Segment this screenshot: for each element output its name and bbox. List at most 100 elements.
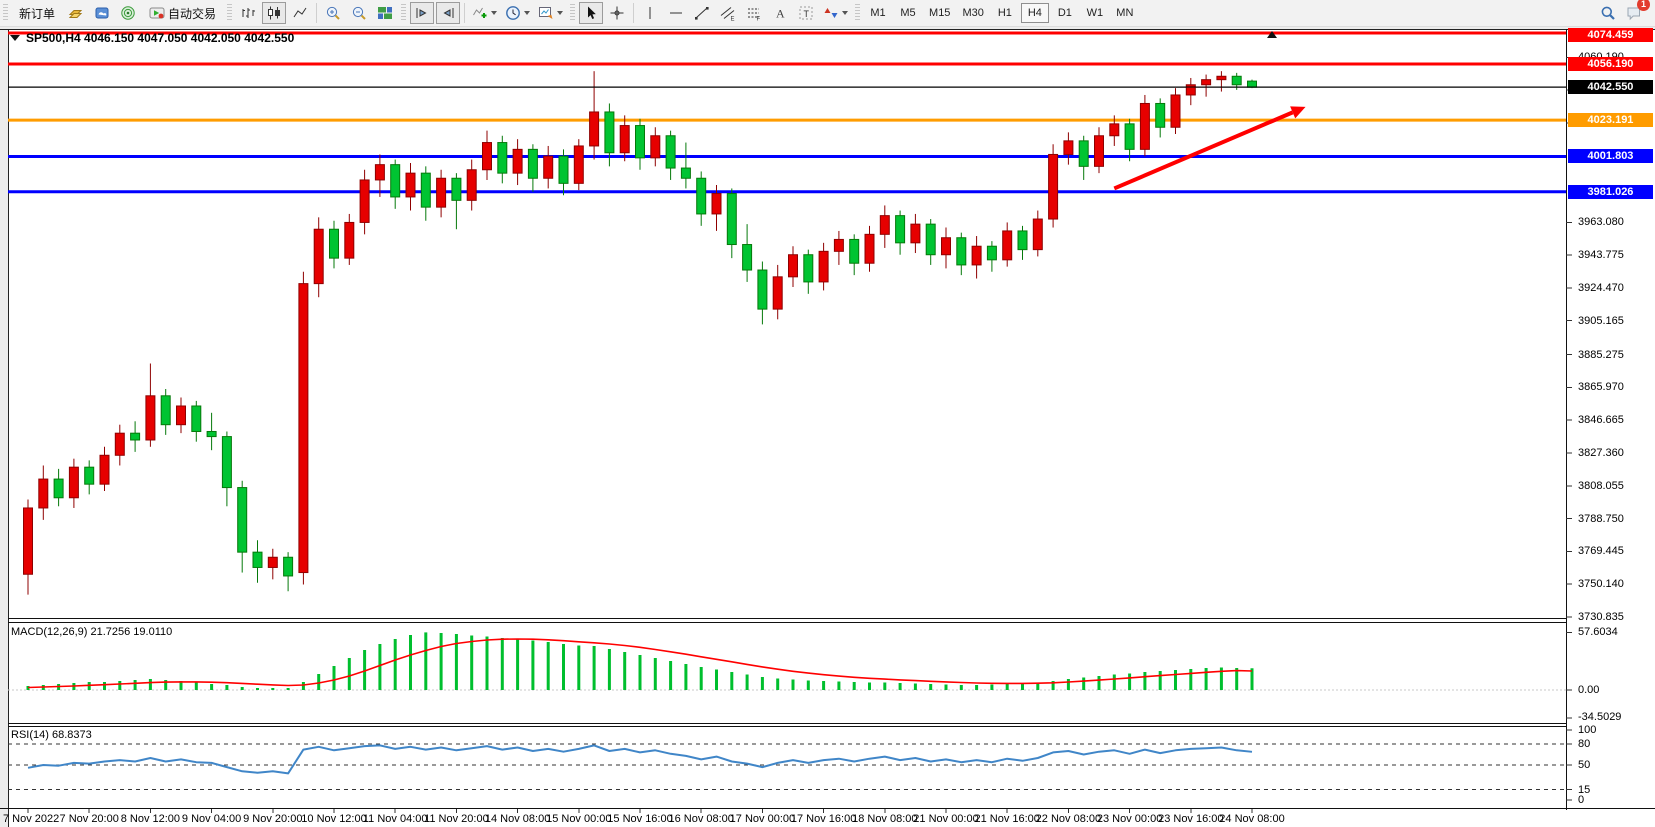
candle [896,216,905,243]
candle [850,239,859,263]
candle [1110,124,1119,136]
candle [712,194,721,214]
macd-histogram-bar [853,682,856,690]
time-axis-label: 11 Nov 20:00 [424,813,489,825]
price-axis-label: 3905.165 [1578,315,1624,327]
candle [1186,85,1195,95]
macd-histogram-bar [639,655,642,690]
price-level-badge: 4042.550 [1568,80,1653,94]
candle [100,455,109,484]
macd-histogram-bar [700,667,703,690]
macd-histogram-bar [761,677,764,690]
time-axis-label: 9 Nov 04:00 [182,813,241,825]
macd-histogram-bar [654,658,657,690]
candle [528,149,537,178]
macd-histogram-bar [1113,675,1116,691]
candle [1064,141,1073,155]
time-axis-label: 15 Nov 00:00 [546,813,611,825]
time-axis-label: 14 Nov 08:00 [485,813,550,825]
macd-histogram-bar [241,687,244,690]
rsi-axis-label: 100 [1578,724,1596,736]
candle [299,284,308,573]
macd-histogram-bar [547,642,550,690]
time-axis-label: 11 Nov 04:00 [363,813,428,825]
macd-histogram-bar [333,666,336,690]
candle [115,433,124,455]
macd-histogram-bar [424,632,427,690]
candle [681,168,690,178]
macd-histogram-bar [1159,671,1162,690]
price-axis-label: 3808.055 [1578,480,1624,492]
price-axis-label: 3924.470 [1578,282,1624,294]
macd-histogram-bar [409,635,412,690]
price-axis-label: 3788.750 [1578,513,1624,525]
macd-histogram-bar [195,682,198,690]
price-axis-label: 3846.665 [1578,414,1624,426]
candle [24,508,33,574]
candle [268,557,277,567]
time-axis-label: 23 Nov 00:00 [1097,813,1162,825]
candle [85,467,94,484]
candle [605,112,614,153]
candle [620,126,629,153]
candle [697,178,706,214]
macd-histogram-bar [516,639,519,690]
candle [69,467,78,498]
candle [865,234,874,263]
candle [284,557,293,576]
candle [314,229,323,283]
candle [911,224,920,243]
candle [987,246,996,260]
candle [467,170,476,201]
chart-title-text: SP500,H4 4046.150 4047.050 4042.050 4042… [26,31,294,45]
macd-histogram-bar [929,684,932,690]
macd-histogram-bar [577,646,580,691]
macd-histogram-bar [990,685,993,691]
time-axis-label: 17 Nov 00:00 [730,813,795,825]
candle [1018,231,1027,250]
macd-histogram-bar [1205,668,1208,690]
macd-histogram-bar [715,670,718,691]
mt4-window: 新订单 自动交易 [0,0,1655,827]
macd-histogram-bar [975,685,978,690]
candle [942,238,951,255]
macd-histogram-bar [1143,672,1146,690]
price-level-badge: 4074.459 [1568,28,1653,42]
price-axis-label: 3730.835 [1578,611,1624,623]
price-axis-label: 3963.080 [1578,216,1624,228]
candle [1049,154,1058,219]
candle [360,180,369,222]
macd-histogram-bar [210,684,213,690]
candle [804,255,813,282]
price-axis-label: 3885.275 [1578,349,1624,361]
macd-histogram-bar [225,685,228,690]
one-click-trading-toggle-icon[interactable] [10,35,20,41]
macd-histogram-bar [271,688,274,690]
time-axis-label: 7 Nov 2022 [3,813,59,825]
price-axis-label: 3750.140 [1578,578,1624,590]
macd-histogram-bar [807,681,810,691]
time-axis-label: 7 Nov 20:00 [60,813,119,825]
macd-histogram-bar [746,675,749,691]
time-axis-label: 16 Nov 08:00 [668,813,733,825]
time-axis-label: 23 Nov 16:00 [1158,813,1223,825]
candle [192,406,201,431]
candle [758,270,767,309]
macd-axis-label: -34.5029 [1578,711,1621,723]
candle [54,479,63,498]
rsi-line [28,745,1252,773]
candle [513,149,522,173]
candle [1156,103,1165,127]
price-axis-label: 3865.970 [1578,381,1624,393]
candle [1033,219,1042,250]
macd-histogram-bar [134,680,137,690]
candle [743,245,752,270]
rsi-axis-label: 80 [1578,738,1590,750]
time-axis-label: 18 Nov 08:00 [852,813,917,825]
candle [375,165,384,180]
macd-histogram-bar [394,639,397,690]
chart-canvas[interactable] [0,0,1655,827]
macd-histogram-bar [1006,684,1009,690]
macd-histogram-bar [118,681,121,690]
candle [819,251,828,282]
